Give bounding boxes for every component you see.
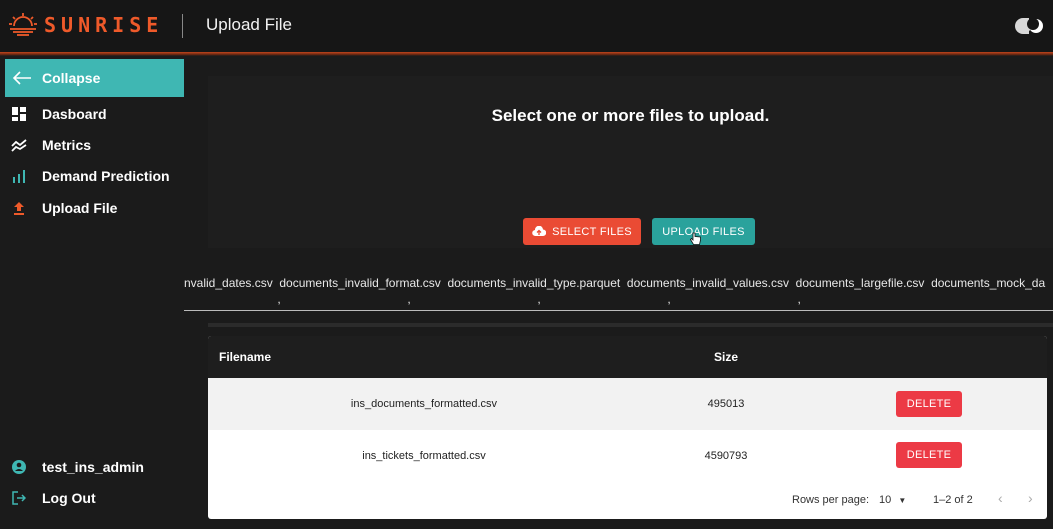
dashboard-icon xyxy=(11,106,27,122)
top-bar: SUNRISE Upload File xyxy=(0,0,1053,52)
sidebar-item-label: Metrics xyxy=(42,137,92,153)
cloud-upload-icon xyxy=(532,226,547,237)
page-title: Upload File xyxy=(206,15,292,34)
sidebar-item-user[interactable]: test_ins_admin xyxy=(0,453,184,481)
metrics-icon xyxy=(11,137,27,153)
delete-button[interactable]: DELETE xyxy=(896,391,962,417)
sidebar-item-logout[interactable]: Log Out xyxy=(0,484,184,512)
files-table: Filename Size ins_documents_formatted.cs… xyxy=(208,336,1047,519)
collapse-label: Collapse xyxy=(42,70,101,86)
files-divider xyxy=(184,310,1053,311)
column-header-filename[interactable]: Filename xyxy=(219,350,271,364)
file-separators: , , , , , xyxy=(184,292,801,306)
hand-cursor-icon xyxy=(690,232,701,245)
size-cell: 495013 xyxy=(707,398,745,410)
filename-cell: ins_documents_formatted.csv xyxy=(350,398,498,410)
brand-name: SUNRISE xyxy=(44,13,164,37)
upload-panel: Select one or more files to upload. SELE… xyxy=(208,76,1053,248)
table-row: ins_documents_formatted.csv 495013 DELET… xyxy=(208,378,1047,430)
sidebar: Collapse Dasboard Metrics Demand Predict… xyxy=(0,56,184,529)
rows-per-page-value: 10 xyxy=(879,494,892,506)
upload-icon xyxy=(11,200,27,216)
sidebar-item-demand-prediction[interactable]: Demand Prediction xyxy=(0,162,184,190)
sidebar-item-label: Log Out xyxy=(42,490,96,506)
theme-toggle-icon[interactable] xyxy=(1014,17,1046,35)
size-cell: 4590793 xyxy=(704,450,748,462)
selected-files-list: nvalid_dates.csv documents_invalid_forma… xyxy=(184,268,1053,312)
sidebar-item-label: test_ins_admin xyxy=(42,459,144,475)
pagination-range: 1–2 of 2 xyxy=(933,494,973,506)
bar-chart-icon xyxy=(11,168,27,184)
sunrise-logo-icon xyxy=(9,13,37,36)
logout-icon xyxy=(11,490,27,506)
caret-down-icon: ▼ xyxy=(898,496,907,505)
arrow-left-icon xyxy=(12,71,31,85)
header-divider xyxy=(182,14,183,38)
user-icon xyxy=(11,459,27,475)
upload-files-button[interactable]: UPLOAD FILES xyxy=(652,218,755,245)
table-row: ins_tickets_formatted.csv 4590793 DELETE xyxy=(208,430,1047,482)
sidebar-item-label: Demand Prediction xyxy=(42,168,170,184)
column-header-size[interactable]: Size xyxy=(714,350,738,364)
sidebar-item-label: Dasboard xyxy=(42,106,107,122)
sidebar-item-dashboard[interactable]: Dasboard xyxy=(0,100,184,128)
app-logo[interactable]: SUNRISE xyxy=(8,11,163,39)
sidebar-item-upload-file[interactable]: Upload File xyxy=(0,194,184,222)
rows-per-page-label: Rows per page: xyxy=(792,494,870,506)
selected-file-names: nvalid_dates.csv documents_invalid_forma… xyxy=(184,276,1046,290)
collapse-button[interactable]: Collapse xyxy=(5,59,184,97)
filename-cell: ins_tickets_formatted.csv xyxy=(362,450,486,462)
chevron-right-icon[interactable]: › xyxy=(1028,490,1033,506)
upload-files-label: UPLOAD FILES xyxy=(662,225,745,238)
upload-heading: Select one or more files to upload. xyxy=(491,106,770,125)
sidebar-item-metrics[interactable]: Metrics xyxy=(0,131,184,159)
select-files-button[interactable]: SELECT FILES xyxy=(523,218,641,245)
rows-per-page-select[interactable]: 10 ▼ xyxy=(879,494,906,506)
sidebar-item-label: Upload File xyxy=(42,200,118,216)
table-header: Filename Size xyxy=(208,336,1047,378)
chevron-left-icon[interactable]: ‹ xyxy=(998,490,1003,506)
section-band xyxy=(208,323,1053,327)
delete-button[interactable]: DELETE xyxy=(896,442,962,468)
select-files-label: SELECT FILES xyxy=(552,225,632,238)
